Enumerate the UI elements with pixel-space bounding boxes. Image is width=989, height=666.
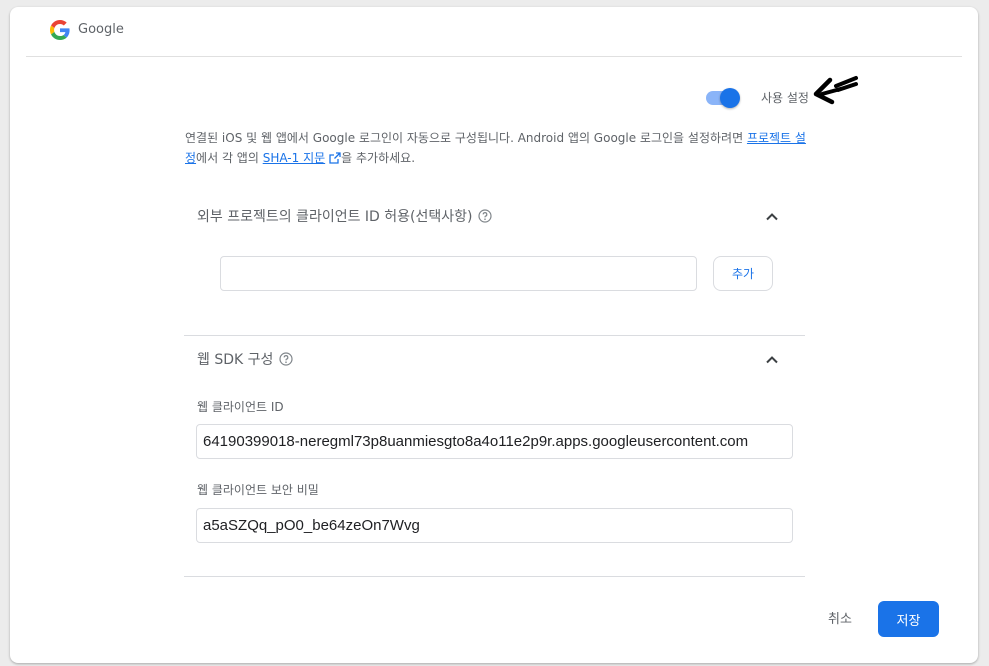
- help-icon[interactable]: [279, 352, 293, 366]
- google-g-icon: [50, 20, 70, 40]
- help-icon[interactable]: [478, 209, 493, 223]
- provider-header: Google: [26, 7, 962, 57]
- setup-description: 연결된 iOS 및 웹 앱에서 Google 로그인이 자동으로 구성됩니다. …: [185, 128, 815, 168]
- web-client-secret-field[interactable]: a5aSZQq_pO0_be64zeOn7Wvg: [196, 508, 793, 543]
- web-client-id-label: 웹 클라이언트 ID: [197, 400, 284, 414]
- web-client-secret-label: 웹 클라이언트 보안 비밀: [197, 483, 319, 497]
- web-sdk-title-text: 웹 SDK 구성: [197, 352, 274, 368]
- external-client-id-input[interactable]: [220, 256, 697, 291]
- provider-config-card: Google 사용 설정 연결된 iOS 및 웹 앱에서 Google 로그인이…: [10, 7, 978, 663]
- enable-toggle-row: 사용 설정: [706, 87, 809, 109]
- description-text-3: 을 추가하세요.: [341, 151, 416, 165]
- description-text-1: 연결된 iOS 및 웹 앱에서 Google 로그인이 자동으로 구성됩니다. …: [185, 131, 747, 145]
- whitelist-title-text: 외부 프로젝트의 클라이언트 ID 허용(선택사항): [197, 209, 473, 225]
- sha1-fingerprint-link[interactable]: SHA-1 지문: [263, 151, 325, 165]
- add-client-id-button[interactable]: 추가: [713, 256, 773, 291]
- section-divider: [184, 576, 805, 577]
- cancel-button[interactable]: 취소: [815, 607, 865, 627]
- whitelist-section-title[interactable]: 외부 프로젝트의 클라이언트 ID 허용(선택사항): [197, 206, 493, 226]
- chevron-up-icon[interactable]: [762, 207, 782, 227]
- description-text-2: 에서 각 앱의: [196, 151, 263, 165]
- chevron-up-icon[interactable]: [762, 350, 782, 370]
- enable-toggle[interactable]: [706, 88, 740, 108]
- annotation-arrow-icon: [813, 76, 858, 105]
- section-divider: [184, 335, 805, 336]
- web-client-id-field[interactable]: 64190399018-neregml73p8uanmiesgto8a4o11e…: [196, 424, 793, 459]
- save-button[interactable]: 저장: [878, 601, 939, 637]
- enable-toggle-label: 사용 설정: [761, 91, 809, 105]
- external-link-icon[interactable]: [329, 152, 341, 164]
- toggle-thumb: [720, 88, 740, 108]
- provider-name: Google: [78, 22, 124, 37]
- web-sdk-section-title[interactable]: 웹 SDK 구성: [197, 349, 293, 369]
